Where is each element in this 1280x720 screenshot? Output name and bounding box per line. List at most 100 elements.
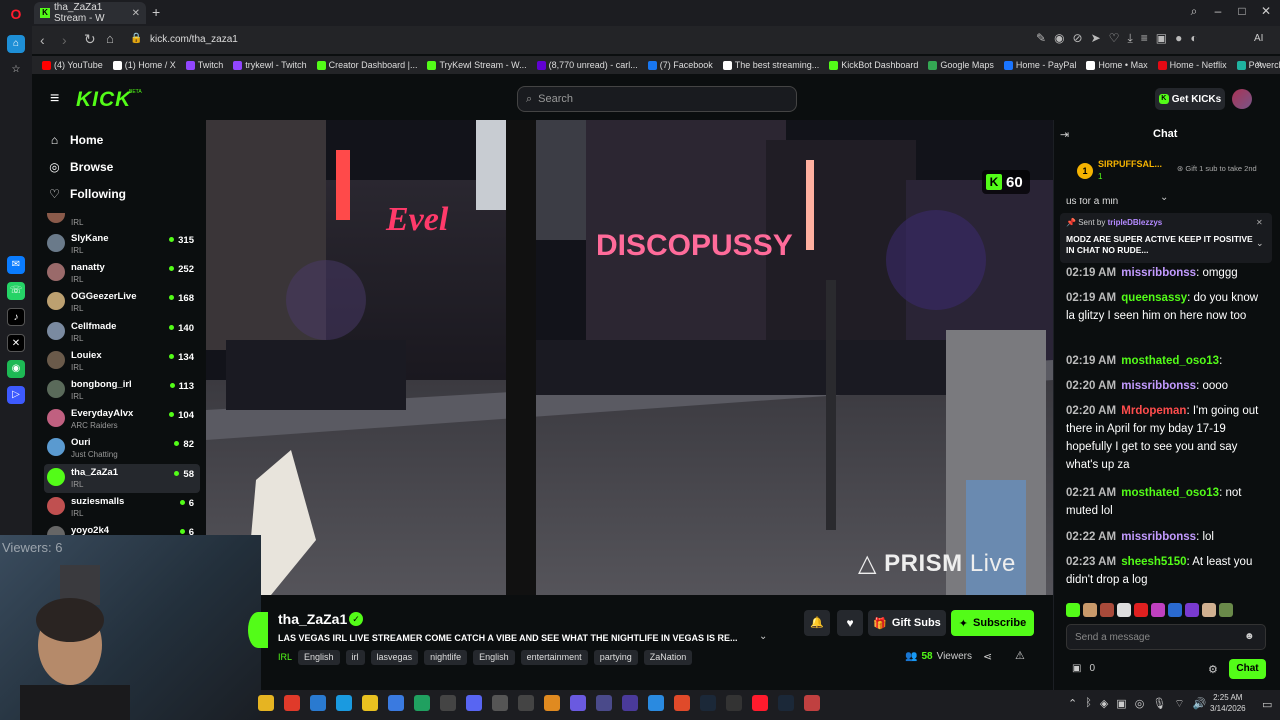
game-icon[interactable] bbox=[570, 695, 586, 711]
share-icon[interactable]: ⋖ bbox=[983, 650, 992, 663]
emote-icon[interactable] bbox=[1134, 603, 1148, 617]
followed-channel[interactable]: Cellfmade IRL 140 bbox=[44, 318, 200, 347]
app-icon[interactable] bbox=[648, 695, 664, 711]
user-avatar[interactable] bbox=[1232, 89, 1252, 109]
chat-message[interactable]: 02:19 AM mosthated_oso13: bbox=[1066, 352, 1266, 370]
search-tabs-icon[interactable]: ⌕ bbox=[1184, 4, 1204, 19]
kick-logo[interactable]: KICK bbox=[76, 88, 131, 112]
send-icon[interactable]: ➤ bbox=[1091, 31, 1101, 46]
emote-icon[interactable] bbox=[1151, 603, 1165, 617]
emote-icon[interactable] bbox=[1117, 603, 1131, 617]
bookmarks-more-icon[interactable]: » bbox=[1256, 58, 1262, 70]
app-tray-icon[interactable]: ▣ bbox=[1116, 697, 1126, 711]
bookmark-item[interactable]: (8,770 unread) - carl... bbox=[536, 60, 638, 70]
followed-channel[interactable]: Louiex IRL 134 bbox=[44, 347, 200, 376]
bookmark-item[interactable]: TryKewl Stream - W... bbox=[427, 60, 527, 70]
stream-tag[interactable]: nightlife bbox=[424, 650, 468, 665]
discord-icon[interactable] bbox=[466, 695, 482, 711]
xbox-icon[interactable] bbox=[414, 695, 430, 711]
player-icon[interactable] bbox=[388, 695, 404, 711]
bluetooth-icon[interactable]: ᛒ bbox=[1085, 697, 1092, 711]
bookmark-item[interactable]: (1) Home / X bbox=[112, 60, 176, 70]
app-icon[interactable] bbox=[492, 695, 508, 711]
followed-channel[interactable]: EverydayAlvx ARC Raiders 104 bbox=[44, 405, 200, 434]
browser-tab[interactable]: K tha_ZaZa1 Stream - W ✕ bbox=[34, 2, 146, 24]
whatsapp-icon[interactable]: ☏ bbox=[7, 282, 25, 300]
menu-icon[interactable]: ≡ bbox=[1141, 31, 1148, 46]
streamer-name[interactable]: tha_ZaZa1 bbox=[278, 611, 347, 627]
emote-icon[interactable] bbox=[1168, 603, 1182, 617]
brave-icon[interactable] bbox=[674, 695, 690, 711]
nav-home[interactable]: ⌂ Home bbox=[48, 133, 103, 147]
partial-channel[interactable]: IRL bbox=[44, 213, 200, 228]
report-icon[interactable]: ⚠ bbox=[1015, 649, 1025, 662]
app-tray-icon[interactable]: ◎ bbox=[1135, 697, 1145, 711]
forward-icon[interactable]: › bbox=[62, 32, 67, 48]
pdf-icon[interactable] bbox=[284, 695, 300, 711]
emoji-icon[interactable]: ☻ bbox=[1244, 631, 1255, 642]
chat-username[interactable]: mosthated_oso13 bbox=[1121, 487, 1219, 499]
taskbar-clock[interactable]: 2:25 AM 3/14/2026 bbox=[1210, 692, 1246, 714]
star-icon[interactable]: ☆ bbox=[7, 61, 25, 79]
followed-channel[interactable]: suziesmalls IRL 6 bbox=[44, 493, 200, 522]
chat-settings-icon[interactable]: ⚙ bbox=[1208, 663, 1218, 676]
notification-bell-button[interactable]: 🔔 bbox=[804, 610, 830, 636]
followed-channel[interactable]: OGGeezerLive IRL 168 bbox=[44, 288, 200, 317]
chat-username[interactable]: sheesh5150 bbox=[1121, 556, 1186, 568]
stream-tag[interactable]: lasvegas bbox=[370, 650, 419, 665]
bookmark-item[interactable]: The best streaming... bbox=[722, 60, 819, 70]
app-tray-icon[interactable]: ◈ bbox=[1100, 697, 1108, 711]
tab-close-icon[interactable]: ✕ bbox=[132, 8, 140, 19]
chat-username[interactable]: queensassy bbox=[1121, 292, 1187, 304]
wifi-icon[interactable]: ⌔ bbox=[1174, 697, 1184, 711]
emote-icon[interactable] bbox=[1185, 603, 1199, 617]
chat-input[interactable]: Send a message bbox=[1066, 624, 1266, 650]
subscribe-button[interactable]: ✦ Subscribe bbox=[951, 610, 1034, 636]
chat-username[interactable]: missribbonss bbox=[1121, 380, 1196, 392]
emote-icon[interactable] bbox=[1202, 603, 1216, 617]
edge-icon[interactable] bbox=[336, 695, 352, 711]
download-icon[interactable]: ⤓ bbox=[1127, 31, 1132, 46]
app-icon[interactable] bbox=[622, 695, 638, 711]
stream-tag[interactable]: English bbox=[298, 650, 340, 665]
heart-icon[interactable]: ♡ bbox=[1109, 31, 1120, 46]
bookmark-item[interactable]: KickBot Dashboard bbox=[829, 60, 918, 70]
bookmark-item[interactable]: Home - Netflix bbox=[1157, 60, 1227, 70]
speed-dial-icon[interactable]: ⌂ bbox=[7, 35, 25, 53]
app-icon[interactable] bbox=[804, 695, 820, 711]
chevron-down-icon[interactable]: ⌄ bbox=[759, 631, 767, 642]
back-icon[interactable]: ‹ bbox=[40, 32, 45, 48]
chevron-down-icon[interactable]: ⌄ bbox=[1160, 192, 1168, 203]
chat-message[interactable]: 02:20 AM missribbonss: oooo bbox=[1066, 377, 1266, 395]
emote-icon[interactable] bbox=[1066, 603, 1080, 617]
adblock-icon[interactable]: ⊘ bbox=[1073, 31, 1083, 46]
emote-icon[interactable] bbox=[1100, 603, 1114, 617]
mic-icon[interactable]: 🎙 bbox=[1152, 697, 1166, 711]
minimize-icon[interactable]: – bbox=[1208, 4, 1228, 18]
profile-icon[interactable]: ● bbox=[1175, 31, 1182, 46]
chevron-up-icon[interactable]: ⌃ bbox=[1068, 697, 1077, 711]
get-kicks-button[interactable]: K Get KICKs bbox=[1155, 88, 1225, 110]
extension-icon[interactable]: ▣ bbox=[1156, 31, 1167, 46]
followed-channel[interactable]: SlyKane IRL 315 bbox=[44, 230, 200, 259]
app-icon[interactable] bbox=[596, 695, 612, 711]
folder-icon[interactable] bbox=[310, 695, 326, 711]
player-icon[interactable]: ▷ bbox=[7, 386, 25, 404]
chat-message[interactable]: 02:20 AM Mrdopeman: I'm going out there … bbox=[1066, 402, 1266, 474]
chat-username[interactable]: missribbonss bbox=[1121, 267, 1196, 279]
stream-tag[interactable]: English bbox=[473, 650, 515, 665]
followed-channel[interactable]: tha_ZaZa1 IRL 58 bbox=[44, 464, 200, 493]
nav-following[interactable]: ♡ Following bbox=[48, 187, 126, 201]
steam-icon[interactable] bbox=[778, 695, 794, 711]
search-input[interactable]: ⌕ Search bbox=[517, 86, 797, 112]
opera-logo-icon[interactable]: O bbox=[8, 6, 24, 22]
collapse-chat-icon[interactable]: ⇥ bbox=[1060, 128, 1069, 141]
nav-browse[interactable]: ◎ Browse bbox=[48, 160, 113, 174]
follow-button[interactable]: ♥ bbox=[837, 610, 863, 636]
home-icon[interactable]: ⌂ bbox=[106, 31, 114, 46]
url-field[interactable]: kick.com/tha_zaza1 bbox=[150, 34, 238, 45]
chat-message[interactable]: 02:22 AM missribbonss: lol bbox=[1066, 528, 1266, 546]
volume-icon[interactable]: 🔊 bbox=[1193, 697, 1207, 711]
chat-message[interactable]: 02:21 AM mosthated_oso13: not muted lol bbox=[1066, 484, 1266, 520]
maximize-icon[interactable]: □ bbox=[1232, 4, 1252, 18]
